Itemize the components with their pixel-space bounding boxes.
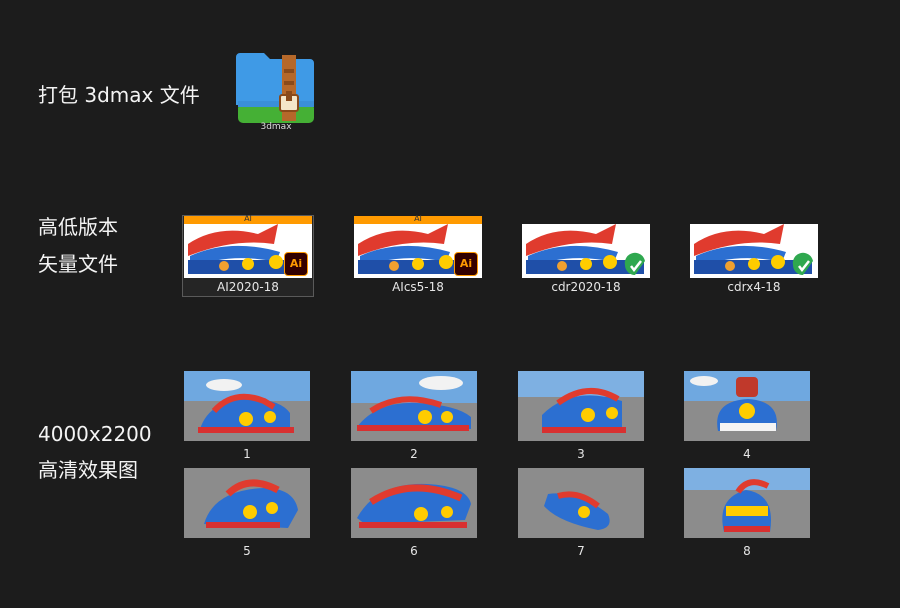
render-number: 3	[577, 447, 585, 461]
vector-label-line1: 高低版本	[38, 215, 118, 239]
render-thumbnail	[684, 371, 810, 441]
render-number: 5	[243, 544, 251, 558]
render-thumbnail	[351, 468, 477, 538]
render-image-7[interactable]: 7	[518, 468, 644, 558]
vector-thumbnail: AI Ai	[184, 214, 312, 278]
vector-header-label: AI	[414, 214, 422, 223]
vector-file-cdr2020[interactable]: cdr2020-18	[521, 216, 651, 294]
archive-name: 3dmax	[260, 122, 292, 132]
package-label: 打包 3dmax 文件	[38, 83, 200, 107]
render-image-5[interactable]: 5	[184, 468, 310, 558]
coreldraw-icon	[792, 252, 813, 275]
render-thumbnail	[518, 371, 644, 441]
render-image-8[interactable]: 8	[684, 468, 810, 558]
illustrator-icon: Ai	[284, 252, 308, 276]
render-image-3[interactable]: 3	[518, 371, 644, 461]
render-thumbnail	[184, 468, 310, 538]
render-number: 1	[243, 447, 251, 461]
render-label-line2: 高清效果图	[38, 458, 138, 482]
zip-folder-icon[interactable]	[236, 45, 316, 127]
render-thumbnail	[351, 371, 477, 441]
render-number: 2	[410, 447, 418, 461]
vector-file-cdrx4[interactable]: cdrx4-18	[689, 216, 819, 294]
vector-thumbnail	[522, 216, 650, 278]
vector-file-aics5[interactable]: AI Ai AIcs5-18	[353, 214, 483, 294]
vector-label-line2: 矢量文件	[38, 252, 118, 276]
vector-file-name: AI2020-18	[217, 280, 279, 294]
render-thumbnail	[684, 468, 810, 538]
render-number: 6	[410, 544, 418, 558]
render-number: 4	[743, 447, 751, 461]
render-thumbnail	[184, 371, 310, 441]
vector-file-name: cdr2020-18	[551, 280, 621, 294]
render-label-line1: 4000x2200	[38, 422, 152, 446]
render-image-1[interactable]: 1	[184, 371, 310, 461]
render-thumbnail	[518, 468, 644, 538]
vector-thumbnail: AI Ai	[354, 214, 482, 278]
render-image-2[interactable]: 2	[351, 371, 477, 461]
vector-thumbnail	[690, 216, 818, 278]
render-image-6[interactable]: 6	[351, 468, 477, 558]
render-number: 8	[743, 544, 751, 558]
illustrator-icon: Ai	[454, 252, 478, 276]
coreldraw-icon	[624, 252, 645, 275]
vector-header-label: AI	[244, 214, 252, 223]
vector-file-name: cdrx4-18	[727, 280, 781, 294]
vector-file-name: AIcs5-18	[392, 280, 444, 294]
render-image-4[interactable]: 4	[684, 371, 810, 461]
render-number: 7	[577, 544, 585, 558]
vector-file-ai2020[interactable]: AI Ai AI2020-18	[182, 214, 314, 297]
